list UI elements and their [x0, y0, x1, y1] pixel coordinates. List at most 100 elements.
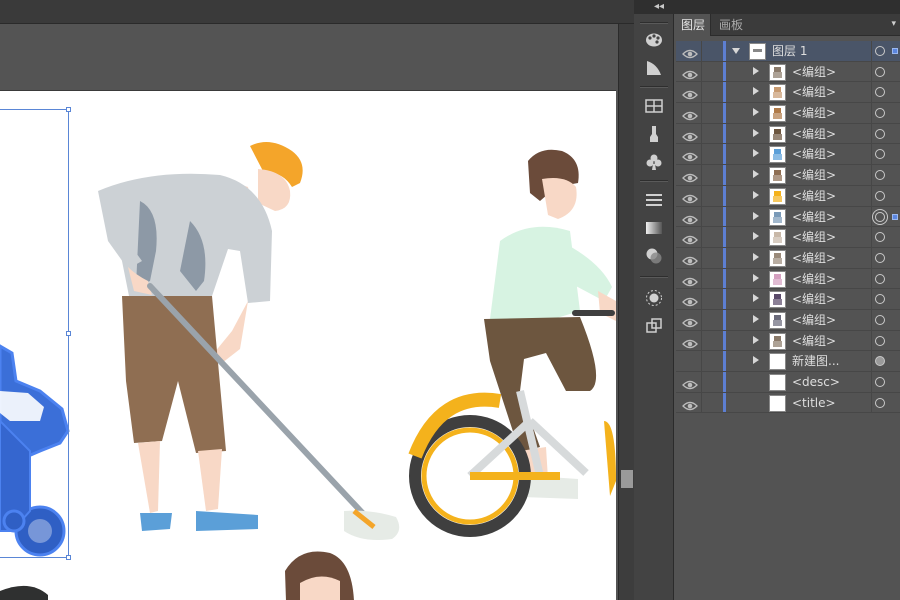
expand-triangle-right-icon[interactable] — [753, 314, 759, 323]
lock-column[interactable] — [701, 372, 702, 392]
sublayer-row[interactable]: <编组> — [676, 82, 900, 104]
gradient-swatch-icon[interactable] — [644, 58, 664, 78]
lock-column[interactable] — [701, 206, 702, 227]
target-appearance-icon[interactable] — [875, 273, 885, 284]
visibility-eye-icon[interactable] — [682, 273, 698, 286]
layer-name[interactable]: <编组> — [792, 168, 836, 183]
sublayer-row[interactable]: <编组> — [676, 144, 900, 166]
layer-name[interactable]: <编组> — [792, 210, 836, 225]
lock-column[interactable] — [701, 165, 702, 185]
visibility-eye-icon[interactable] — [682, 66, 698, 79]
target-appearance-icon[interactable] — [875, 108, 885, 119]
sublayer-row[interactable]: <编组> — [676, 103, 900, 124]
expand-triangle-right-icon[interactable] — [753, 149, 759, 158]
target-appearance-icon[interactable] — [875, 190, 885, 201]
lock-column[interactable] — [701, 123, 702, 144]
layer-name[interactable]: <编组> — [792, 230, 836, 245]
layer-name[interactable]: <title> — [792, 396, 836, 411]
visibility-eye-icon[interactable] — [682, 86, 698, 100]
sublayer-row[interactable]: <编组> — [676, 227, 900, 248]
selection-bounding-box[interactable] — [0, 107, 71, 560]
sublayer-row[interactable]: <编组> — [676, 123, 900, 145]
expand-triangle-right-icon[interactable] — [753, 252, 759, 261]
lock-column[interactable] — [701, 103, 702, 123]
target-appearance-icon[interactable] — [875, 397, 885, 408]
layer-name[interactable]: <编组> — [792, 334, 836, 349]
expand-triangle-right-icon[interactable] — [753, 128, 759, 137]
transparency-icon[interactable] — [644, 246, 664, 266]
selection-indicator-icon[interactable] — [892, 213, 898, 220]
lock-column[interactable] — [701, 41, 702, 61]
visibility-eye-icon[interactable] — [682, 211, 698, 224]
layer-name[interactable]: <编组> — [792, 272, 836, 287]
expand-triangle-right-icon[interactable] — [753, 170, 759, 179]
layer-name[interactable]: 新建图... — [792, 354, 839, 369]
sublayer-row[interactable]: <编组> — [676, 330, 900, 352]
man-mopping-group[interactable] — [98, 142, 400, 540]
layer-row[interactable]: 图层 1 — [676, 41, 900, 62]
sublayer-row[interactable]: <编组> — [676, 185, 900, 207]
expand-triangle-right-icon[interactable] — [753, 190, 759, 199]
artboard[interactable] — [0, 90, 616, 600]
visibility-eye-icon[interactable] — [682, 45, 698, 59]
lock-column[interactable] — [701, 185, 702, 206]
layer-name[interactable]: <编组> — [792, 189, 836, 204]
sublayer-row[interactable]: <title> — [676, 392, 900, 414]
visibility-eye-icon[interactable] — [682, 314, 698, 328]
lock-column[interactable] — [701, 289, 702, 309]
layer-name[interactable]: <编组> — [792, 127, 836, 142]
layer-name[interactable]: <编组> — [792, 65, 836, 80]
target-appearance-icon[interactable] — [875, 66, 885, 77]
target-appearance-icon[interactable] — [875, 46, 885, 56]
palette-icon[interactable] — [644, 30, 664, 50]
expand-triangle-right-icon[interactable] — [753, 211, 759, 220]
visibility-eye-icon[interactable] — [682, 293, 698, 307]
visibility-eye-icon[interactable] — [682, 335, 698, 348]
visibility-eye-icon[interactable] — [682, 169, 698, 183]
collapse-panels-icon[interactable]: ◂◂ — [654, 1, 664, 13]
sublayer-row[interactable]: <编组> — [676, 289, 900, 310]
bbox-handle-br[interactable] — [66, 555, 71, 560]
sublayer-row[interactable]: 新建图... — [676, 351, 900, 372]
target-appearance-icon[interactable] — [875, 211, 885, 222]
stroke-lines-icon[interactable] — [644, 190, 664, 210]
expand-triangle-right-icon[interactable] — [753, 273, 759, 282]
selection-indicator-icon[interactable] — [892, 48, 898, 54]
target-appearance-icon[interactable] — [875, 87, 885, 98]
target-appearance-icon[interactable] — [875, 128, 885, 139]
target-appearance-icon[interactable] — [875, 377, 885, 387]
lock-column[interactable] — [701, 144, 702, 165]
sublayer-row[interactable]: <编组> — [676, 268, 900, 290]
boy-cycling-group[interactable] — [408, 149, 616, 537]
expand-triangle-right-icon[interactable] — [753, 66, 759, 75]
sublayer-row[interactable]: <编组> — [676, 247, 900, 269]
lock-column[interactable] — [701, 351, 702, 371]
visibility-eye-icon[interactable] — [682, 355, 698, 367]
bbox-handle-tr[interactable] — [66, 107, 71, 112]
layers-arrange-icon[interactable] — [644, 316, 664, 336]
visibility-eye-icon[interactable] — [682, 148, 698, 162]
target-appearance-icon[interactable] — [875, 252, 885, 263]
layer-name[interactable]: 图层 1 — [772, 44, 807, 59]
target-appearance-icon[interactable] — [875, 232, 885, 243]
lock-column[interactable] — [701, 268, 702, 289]
expand-triangle-right-icon[interactable] — [753, 108, 759, 117]
lock-column[interactable] — [701, 392, 702, 413]
layer-name[interactable]: <编组> — [792, 292, 836, 307]
layer-name[interactable]: <编组> — [792, 251, 836, 266]
appearance-sun-icon[interactable] — [644, 288, 664, 308]
layer-name[interactable]: <编组> — [792, 85, 836, 100]
expand-triangle-right-icon[interactable] — [753, 356, 759, 365]
expand-triangle-right-icon[interactable] — [753, 294, 759, 303]
target-appearance-icon[interactable] — [875, 335, 885, 346]
visibility-eye-icon[interactable] — [682, 128, 698, 141]
expand-triangle-down-icon[interactable] — [732, 48, 740, 54]
visibility-eye-icon[interactable] — [682, 107, 698, 121]
sublayer-row[interactable]: <编组> — [676, 165, 900, 186]
layer-name[interactable]: <编组> — [792, 313, 836, 328]
target-appearance-icon[interactable] — [875, 314, 885, 325]
brush-icon[interactable] — [644, 124, 664, 144]
lock-column[interactable] — [701, 309, 702, 330]
scrollbar-thumb[interactable] — [621, 470, 633, 488]
visibility-eye-icon[interactable] — [682, 190, 698, 203]
